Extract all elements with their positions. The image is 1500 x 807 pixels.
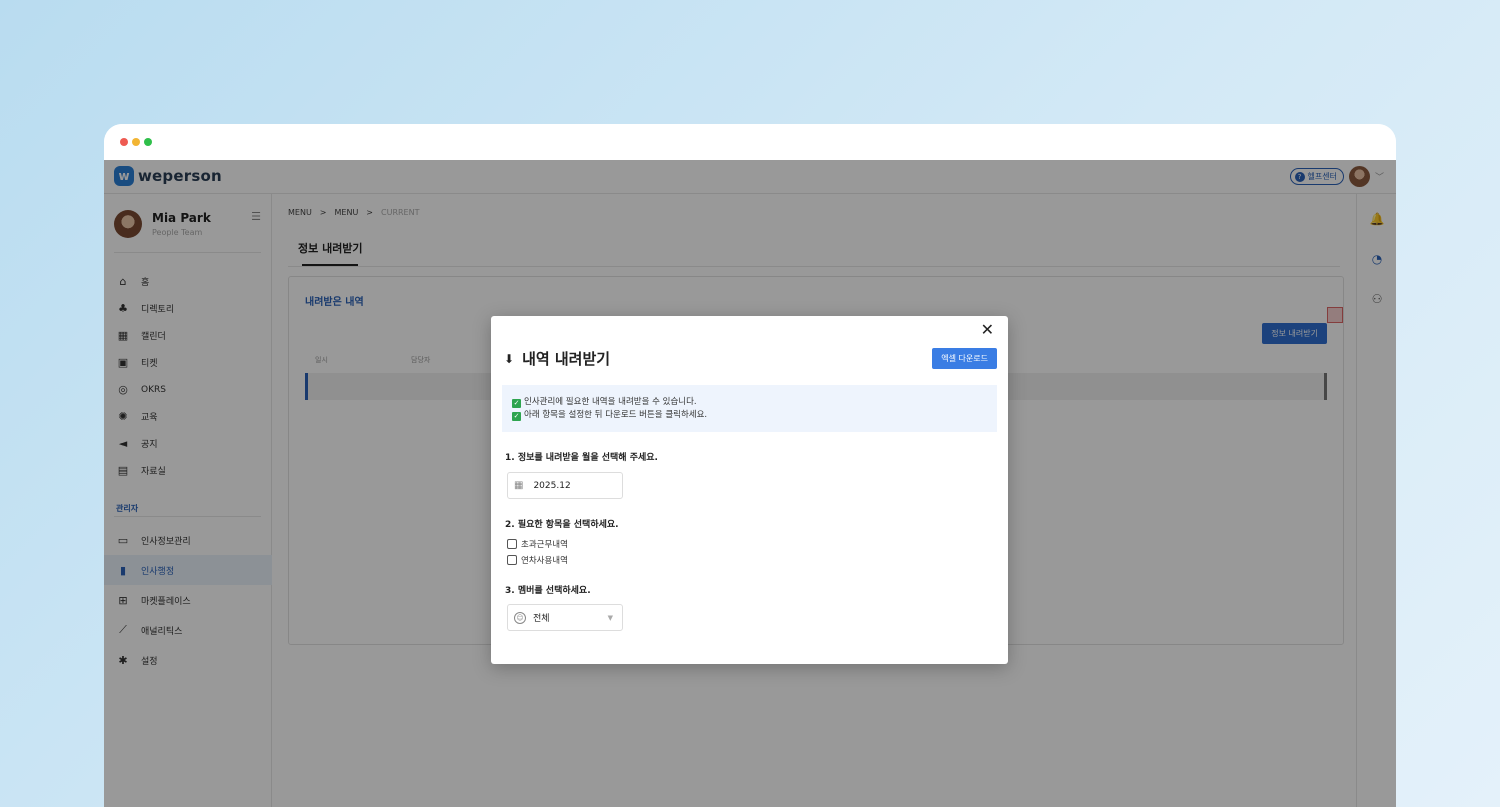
- step-member-title: 3. 멤버를 선택하세요.: [505, 586, 591, 596]
- calendar-icon: ▦: [514, 480, 524, 491]
- notice-line: 인사관리에 필요한 내역을 내려받을 수 있습니다.: [524, 397, 697, 407]
- notice-line: 아래 항목을 설정한 뒤 다운로드 버튼을 클릭하세요.: [524, 410, 708, 420]
- modal-title: 내역 내려받기: [522, 350, 611, 368]
- check-icon: ✓: [512, 412, 521, 421]
- excel-download-button[interactable]: 엑셀 다운로드: [932, 348, 997, 369]
- close-window-dot[interactable]: [120, 138, 128, 146]
- close-icon[interactable]: ✕: [981, 322, 994, 338]
- app: w weperson ? 헬프센터 ﹀ Mia Park People Team…: [104, 160, 1396, 807]
- minimize-window-dot[interactable]: [132, 138, 140, 146]
- window-chrome: [104, 124, 1396, 160]
- modal-header: ⬇ 내역 내려받기: [504, 348, 610, 369]
- overtime-checkbox[interactable]: [507, 539, 517, 549]
- notice-box: ✓ 인사관리에 필요한 내역을 내려받을 수 있습니다. ✓ 아래 항목을 설정한 …: [502, 385, 997, 432]
- option-leave[interactable]: 연차사용내역: [507, 554, 568, 566]
- leave-checkbox[interactable]: [507, 555, 517, 565]
- option-overtime[interactable]: 초과근무내역: [507, 538, 568, 550]
- step-items-title: 2. 필요한 항목을 선택하세요.: [505, 520, 619, 530]
- download-modal: ✕ ⬇ 내역 내려받기 엑셀 다운로드 ✓ 인사관리에 필요한 내역을 내려받을 …: [491, 316, 1008, 664]
- browser-window: w weperson ? 헬프센터 ﹀ Mia Park People Team…: [104, 124, 1396, 807]
- step-month-title: 1. 정보를 내려받을 월을 선택해 주세요.: [505, 453, 658, 463]
- leave-label: 연차사용내역: [521, 556, 568, 566]
- download-icon: ⬇: [504, 351, 515, 366]
- maximize-window-dot[interactable]: [144, 138, 152, 146]
- check-icon: ✓: [512, 399, 521, 408]
- member-value: 전체: [533, 614, 550, 624]
- month-picker[interactable]: ▦ 2025.12: [507, 472, 623, 499]
- overtime-label: 초과근무내역: [521, 540, 568, 550]
- month-value: 2025.12: [533, 480, 571, 491]
- member-select[interactable]: ☺ 전체 ▼: [507, 604, 623, 631]
- chevron-down-icon: ▼: [607, 614, 613, 622]
- user-icon: ☺: [514, 611, 526, 624]
